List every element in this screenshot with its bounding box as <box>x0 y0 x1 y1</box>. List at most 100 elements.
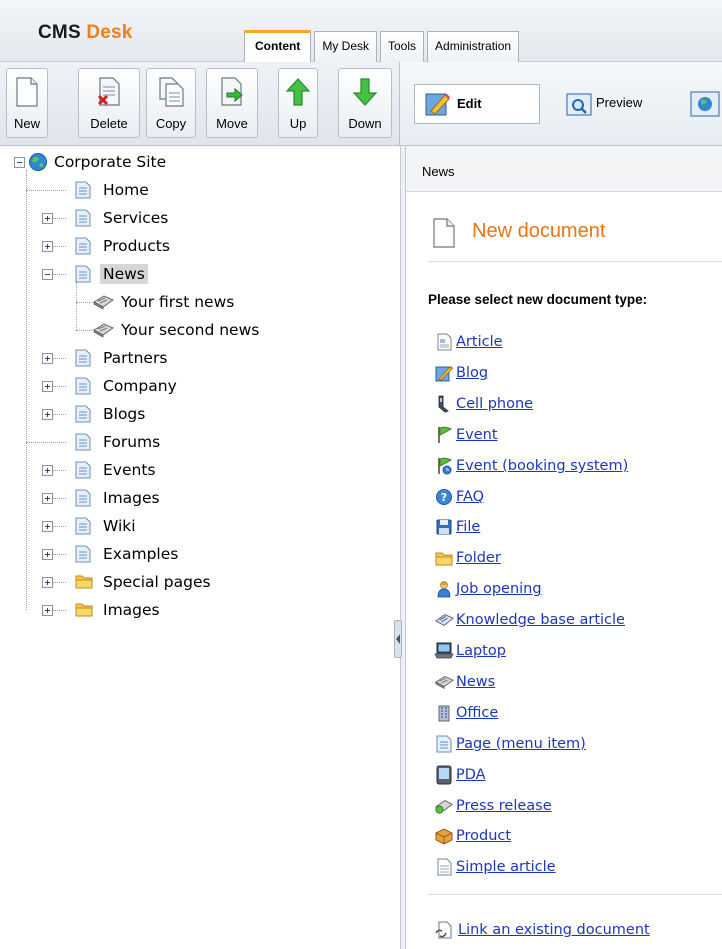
doc-type-link: Laptop <box>456 643 506 659</box>
tab-content[interactable]: Content <box>244 30 312 63</box>
doc-type-link: Article <box>456 334 503 350</box>
tree-node-company[interactable]: Company <box>42 372 180 400</box>
expand-toggle-icon[interactable] <box>42 212 53 224</box>
tree-node-forums[interactable]: Forums <box>42 428 163 456</box>
tab-my-desk[interactable]: My Desk <box>314 31 377 62</box>
doc-type-file[interactable]: File <box>434 515 480 539</box>
doc-type-job-opening[interactable]: Job opening <box>434 577 542 601</box>
tab-tools[interactable]: Tools <box>380 31 425 62</box>
edit-mode-button[interactable]: Edit <box>414 84 540 124</box>
doc-type-pda[interactable]: PDA <box>434 763 486 787</box>
expand-toggle-icon[interactable] <box>42 604 53 616</box>
link-existing-document-link[interactable]: Link an existing document <box>434 918 650 942</box>
up-button[interactable]: Up <box>278 68 318 138</box>
tree-node-your-first-news[interactable]: Your first news <box>80 288 237 316</box>
move-document-icon <box>221 77 243 106</box>
tree-node-home[interactable]: Home <box>42 176 152 204</box>
list-divider <box>428 894 722 895</box>
tree-node-special-pages[interactable]: Special pages <box>42 568 214 596</box>
folder-icon <box>434 548 454 568</box>
collapse-toggle-icon[interactable] <box>42 268 53 280</box>
doc-type-office[interactable]: Office <box>434 701 498 725</box>
doc-type-link: News <box>456 674 496 690</box>
view-mode-toolbar: Edit Preview <box>400 62 722 146</box>
doc-type-simple-article[interactable]: Simple article <box>434 855 556 879</box>
expand-toggle-icon[interactable] <box>42 548 53 560</box>
tree-node-events[interactable]: Events <box>42 456 158 484</box>
tree-node-corporate-site[interactable]: Corporate Site <box>14 148 169 176</box>
expand-toggle-icon[interactable] <box>42 380 53 392</box>
expand-toggle-icon[interactable] <box>42 492 53 504</box>
tree-node-label: Your first news <box>121 293 235 311</box>
copy-button[interactable]: Copy <box>146 68 196 138</box>
doc-type-news[interactable]: News <box>434 670 495 694</box>
page-icon <box>434 734 454 754</box>
tab-administration[interactable]: Administration <box>427 31 520 62</box>
title-divider <box>428 261 722 262</box>
tree-node-images[interactable]: Images <box>42 596 163 624</box>
page-title: New document <box>472 220 606 242</box>
page-icon <box>75 377 95 395</box>
tree-node-images[interactable]: Images <box>42 484 163 512</box>
down-button[interactable]: Down <box>338 68 392 138</box>
doc-type-press-release[interactable]: Press release <box>434 794 552 818</box>
tree-node-services[interactable]: Services <box>42 204 171 232</box>
tree-node-examples[interactable]: Examples <box>42 540 181 568</box>
expand-toggle-icon[interactable] <box>42 240 53 252</box>
event-booking-icon <box>434 456 454 476</box>
delete-button[interactable]: Delete <box>78 68 140 138</box>
doc-type-article[interactable]: Article <box>434 330 503 354</box>
tree-node-blogs[interactable]: Blogs <box>42 400 148 428</box>
doc-type-link: Knowledge base article <box>456 612 625 628</box>
tree-node-your-second-news[interactable]: Your second news <box>80 316 262 344</box>
expand-toggle-icon[interactable] <box>42 464 53 476</box>
doc-type-page-menu-item[interactable]: Page (menu item) <box>434 732 586 756</box>
doc-type-laptop[interactable]: Laptop <box>434 639 506 663</box>
arrow-up-icon <box>285 78 311 106</box>
tree-node-label: Events <box>103 461 156 479</box>
tree-node-label: Partners <box>103 349 168 367</box>
tree-node-label: Company <box>103 377 177 395</box>
tree-node-wiki[interactable]: Wiki <box>42 512 139 540</box>
doc-type-link: Job opening <box>456 581 542 597</box>
doc-type-blog[interactable]: Blog <box>434 361 488 385</box>
live-site-button[interactable] <box>690 88 720 120</box>
down-button-label: Down <box>348 116 382 131</box>
breadcrumb-bar: News <box>406 146 722 192</box>
tree-node-partners[interactable]: Partners <box>42 344 170 372</box>
doc-type-cell-phone[interactable]: Cell phone <box>434 392 533 416</box>
expand-toggle-icon[interactable] <box>42 520 53 532</box>
edit-mode-label: Edit <box>457 96 482 111</box>
expand-toggle-icon[interactable] <box>42 576 53 588</box>
tree-node-label: Special pages <box>103 573 211 591</box>
doc-type-product[interactable]: Product <box>434 824 511 848</box>
collapse-pane-handle[interactable] <box>394 620 402 658</box>
new-button[interactable]: New <box>6 68 48 138</box>
file-disk-icon <box>434 517 454 537</box>
doc-type-faq[interactable]: ? FAQ <box>434 485 484 509</box>
tree-node-label: Blogs <box>103 405 146 423</box>
tree-node-products[interactable]: Products <box>42 232 173 260</box>
tree-node-news[interactable]: News <box>42 260 148 288</box>
page-icon <box>75 181 95 199</box>
header-bar: CMS Desk Content My Desk Tools Administr… <box>0 0 722 63</box>
page-icon <box>75 265 95 283</box>
doc-type-folder[interactable]: Folder <box>434 546 501 570</box>
expand-toggle-icon[interactable] <box>42 352 53 364</box>
doc-type-event[interactable]: Event <box>434 423 498 447</box>
move-button[interactable]: Move <box>206 68 258 138</box>
page-icon <box>75 209 95 227</box>
preview-mode-button[interactable]: Preview <box>558 84 678 124</box>
tree-connector <box>26 170 27 610</box>
collapse-toggle-icon[interactable] <box>14 156 25 168</box>
news-icon <box>92 322 116 338</box>
doc-type-knowledge-base-article[interactable]: Knowledge base article <box>434 608 625 632</box>
doc-type-link: Event <box>456 427 498 443</box>
doc-type-link: File <box>456 519 481 535</box>
expand-toggle-icon[interactable] <box>42 408 53 420</box>
preview-magnifier-icon <box>566 93 592 116</box>
office-building-icon <box>434 703 454 723</box>
doc-type-event-booking-system[interactable]: Event (booking system) <box>434 454 628 478</box>
tree-connector <box>76 282 77 330</box>
up-button-label: Up <box>289 116 307 131</box>
